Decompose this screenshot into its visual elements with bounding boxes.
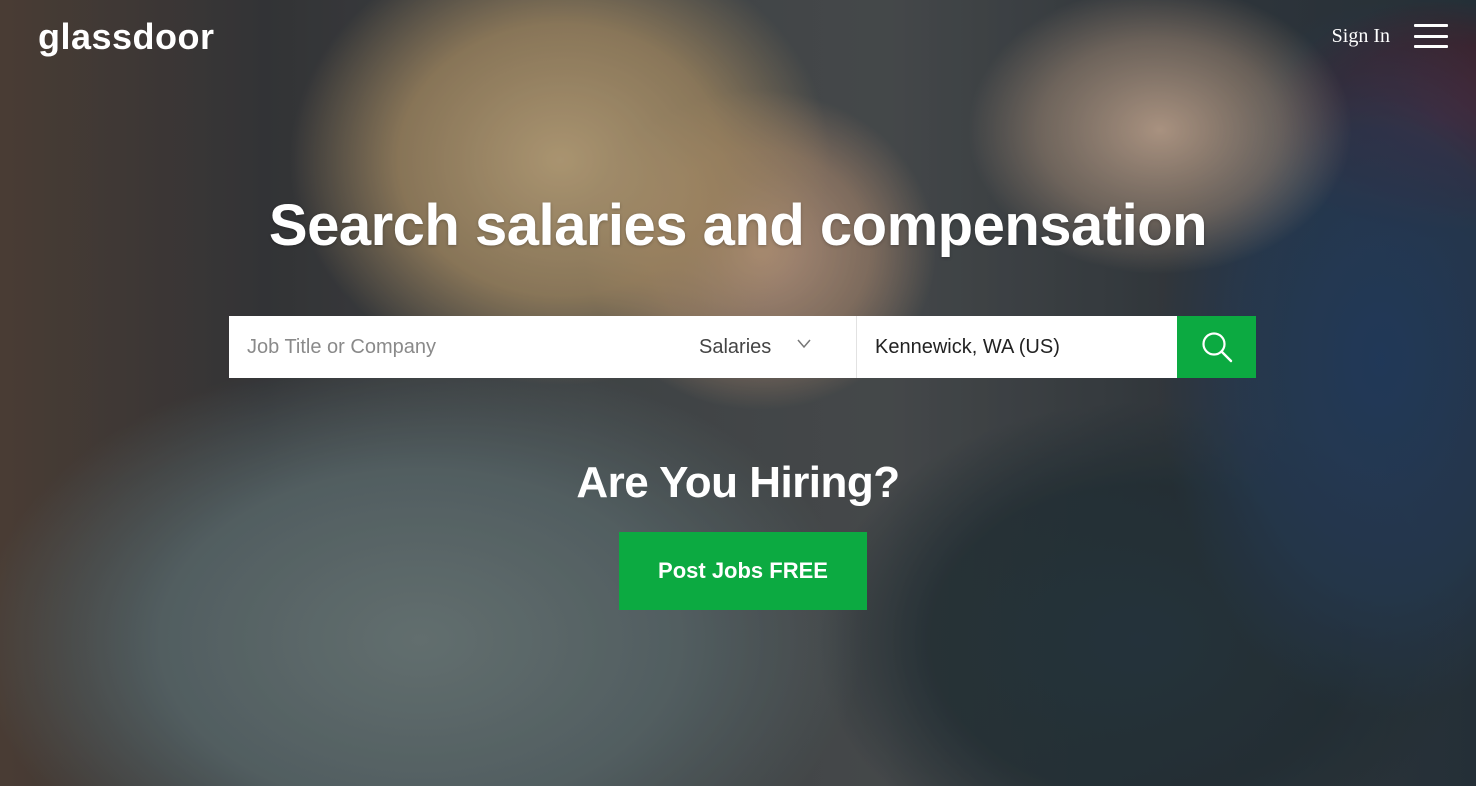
page-title: Search salaries and compensation bbox=[268, 193, 1208, 258]
search-icon bbox=[1201, 332, 1232, 363]
chevron-down-icon bbox=[797, 339, 811, 349]
hamburger-menu-icon[interactable] bbox=[1414, 24, 1448, 48]
post-jobs-button[interactable]: Post Jobs FREE bbox=[619, 532, 867, 610]
hiring-heading: Are You Hiring? bbox=[576, 458, 900, 507]
location-input[interactable] bbox=[857, 316, 1175, 378]
hero-overlay bbox=[0, 0, 1476, 786]
page: glassdoor Sign In Search salaries and co… bbox=[0, 0, 1476, 786]
header-actions: Sign In bbox=[1332, 24, 1448, 48]
keyword-search-input[interactable] bbox=[229, 316, 687, 378]
search-type-dropdown[interactable]: Salaries bbox=[687, 316, 857, 378]
glassdoor-logo[interactable]: glassdoor bbox=[38, 16, 215, 58]
sign-in-link[interactable]: Sign In bbox=[1332, 25, 1390, 48]
search-button[interactable] bbox=[1177, 316, 1256, 378]
search-type-selected: Salaries bbox=[699, 335, 772, 358]
search-bar: Salaries bbox=[229, 316, 1256, 378]
